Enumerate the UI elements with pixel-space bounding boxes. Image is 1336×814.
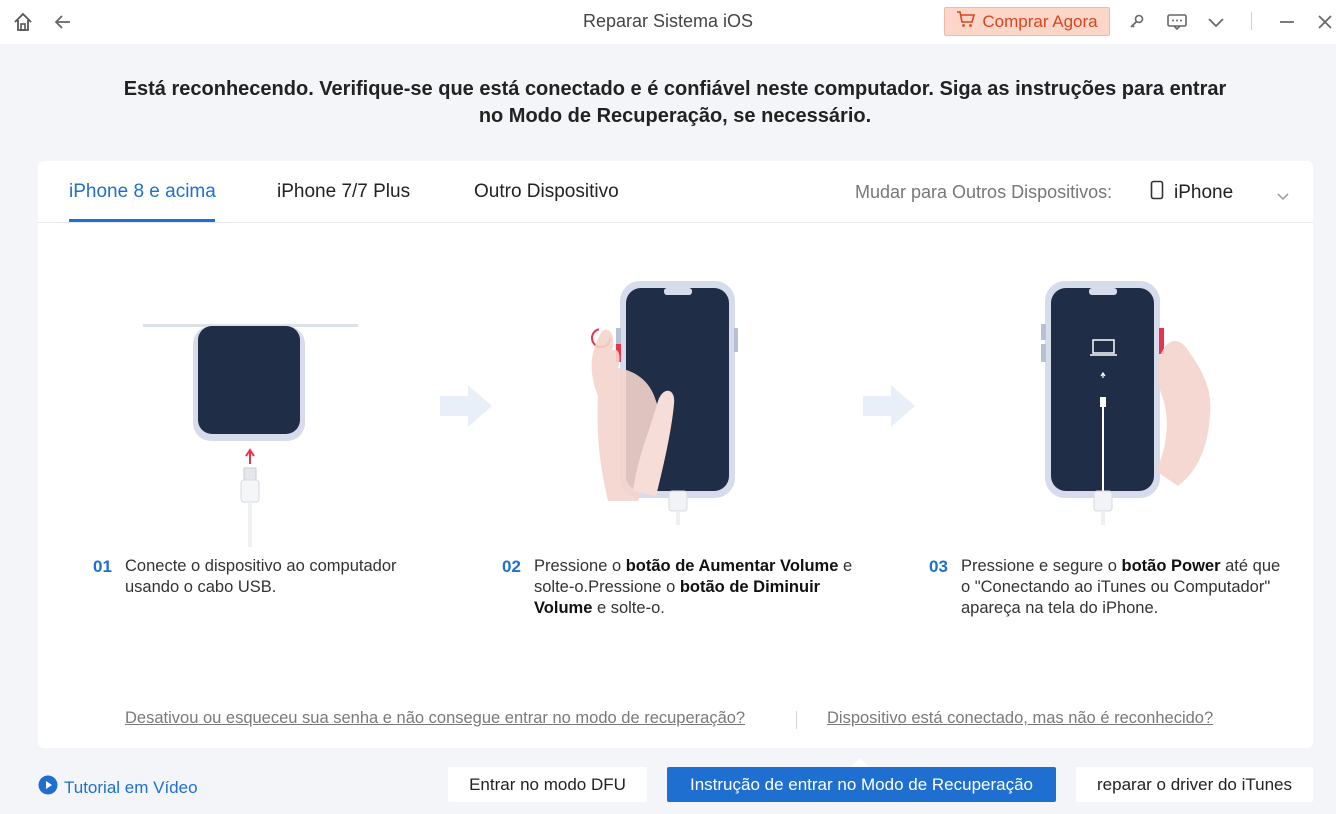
- buy-now-button[interactable]: Comprar Agora: [944, 7, 1110, 36]
- play-circle-icon: [38, 775, 58, 800]
- illustration-connect-usb: [143, 324, 358, 547]
- enter-dfu-mode-button[interactable]: Entrar no modo DFU: [448, 767, 647, 802]
- device-select[interactable]: iPhone: [1150, 176, 1290, 210]
- chevron-down-icon: [1276, 185, 1290, 207]
- recovery-mode-instructions-button[interactable]: Instrução de entrar no Modo de Recuperaç…: [667, 767, 1056, 802]
- tab-iphone-7[interactable]: iPhone 7/7 Plus: [277, 181, 410, 203]
- step-text-part: e solte-o.: [592, 599, 665, 617]
- cart-icon: [956, 10, 976, 33]
- tab-iphone-8-and-above[interactable]: iPhone 8 e acima: [69, 181, 216, 203]
- repair-itunes-driver-button[interactable]: reparar o driver do iTunes: [1076, 767, 1313, 802]
- step-text-part: Pressione o: [534, 557, 626, 575]
- switch-device-label: Mudar para Outros Dispositivos:: [855, 182, 1113, 202]
- step-text: Conecte o dispositivo ao computador usan…: [125, 556, 425, 598]
- step-text: Pressione o botão de Aumentar Volume e s…: [534, 556, 862, 619]
- buy-now-label: Comprar Agora: [982, 11, 1098, 31]
- not-recognized-link[interactable]: Dispositivo está conectado, mas não é re…: [827, 709, 1213, 728]
- instruction-heading: Está reconhecendo. Verifique-se que está…: [80, 76, 1270, 130]
- titlebar-divider: [1251, 12, 1252, 30]
- key-icon[interactable]: [1125, 10, 1149, 34]
- instructions-card: iPhone 8 e acima iPhone 7/7 Plus Outro D…: [38, 161, 1313, 748]
- video-tutorial-link[interactable]: Tutorial em Vídeo: [38, 775, 198, 800]
- help-links: Desativou ou esqueceu sua senha e não co…: [38, 707, 1313, 731]
- device-select-value: iPhone: [1174, 182, 1234, 203]
- next-step-arrow-icon: [440, 385, 492, 427]
- title-bar: Reparar Sistema iOS Comprar Agora: [0, 0, 1336, 44]
- heading-line-1: Está reconhecendo. Verifique-se que está…: [123, 78, 1227, 100]
- close-icon[interactable]: [1313, 10, 1336, 34]
- step-text-part: Conecte o dispositivo ao computador usan…: [125, 557, 397, 596]
- phone-icon: [1150, 180, 1164, 206]
- links-divider: [796, 711, 797, 729]
- step-text-part-bold: botão de Aumentar Volume: [625, 557, 839, 575]
- illustration-press-volume: [591, 281, 738, 525]
- next-step-arrow-icon: [863, 385, 915, 427]
- tab-other-device[interactable]: Outro Dispositivo: [474, 181, 619, 203]
- step-text-part-bold: botão Power: [1121, 557, 1221, 575]
- heading-line-2: no Modo de Recuperação, se necessário.: [478, 105, 872, 127]
- forgot-password-link[interactable]: Desativou ou esqueceu sua senha e não co…: [125, 709, 745, 728]
- feedback-icon[interactable]: [1165, 10, 1189, 34]
- step-number: 02: [502, 557, 521, 576]
- step-number: 03: [929, 557, 948, 576]
- tabs-divider: [38, 222, 1313, 223]
- menu-chevron-down-icon[interactable]: [1204, 10, 1228, 34]
- step-number: 01: [93, 557, 112, 576]
- illustration-press-power: [1041, 281, 1211, 525]
- video-tutorial-label: Tutorial em Vídeo: [64, 777, 198, 797]
- minimize-icon[interactable]: [1275, 10, 1299, 34]
- step-text: Pressione e segure o botão Power até que…: [961, 556, 1283, 619]
- step-text-part: Pressione e segure o: [961, 557, 1122, 575]
